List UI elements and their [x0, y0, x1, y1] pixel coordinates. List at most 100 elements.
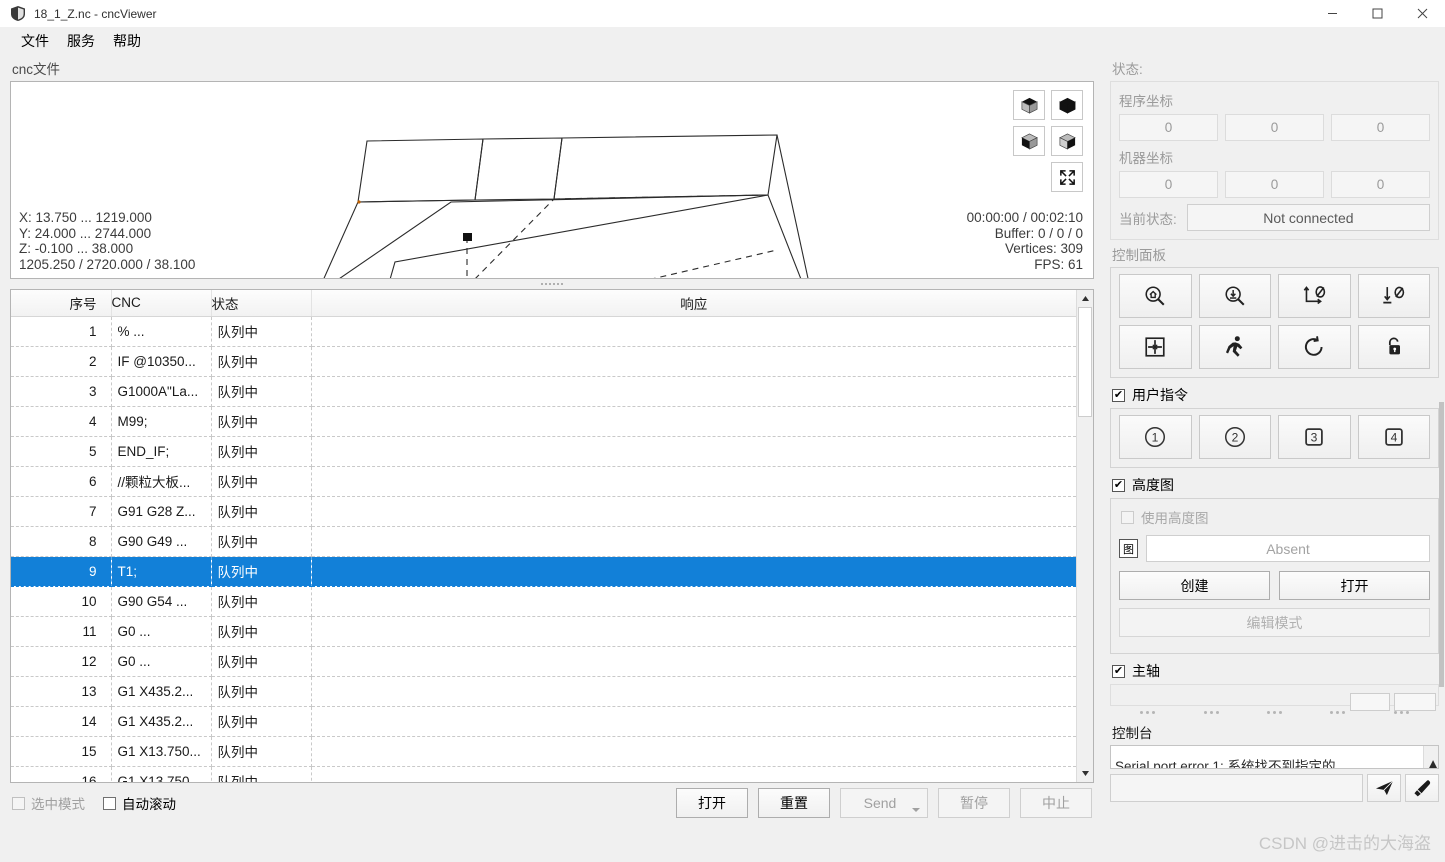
- close-button[interactable]: [1400, 0, 1445, 28]
- column-header-index[interactable]: 序号: [11, 290, 112, 317]
- cnc-command-table[interactable]: 序号 CNC 状态 响应 1 % ... 队列中 2 IF @10350... …: [10, 289, 1094, 783]
- table-row[interactable]: 5 END_IF; 队列中: [11, 436, 1076, 467]
- spindle-field-b[interactable]: [1394, 693, 1436, 711]
- column-header-cnc[interactable]: CNC: [111, 290, 212, 317]
- user-command-2-label: 2: [1231, 431, 1238, 445]
- menu-file[interactable]: 文件: [12, 28, 58, 54]
- send-button[interactable]: Send: [840, 788, 928, 818]
- auto-scroll-label: 自动滚动: [122, 797, 176, 812]
- scrollbar-track[interactable]: [1077, 307, 1093, 765]
- viewport-splitter[interactable]: [10, 279, 1094, 289]
- cell-cnc: % ...: [111, 316, 212, 347]
- use-height-map-checkbox[interactable]: 使用高度图: [1121, 507, 1430, 527]
- table-row[interactable]: 11 G0 ... 队列中: [11, 616, 1076, 647]
- probe-down-search-icon[interactable]: [1198, 274, 1271, 318]
- cell-state: 队列中: [211, 376, 312, 407]
- reset-button[interactable]: 重置: [758, 788, 830, 818]
- checkbox-box-checked: ✔: [1112, 478, 1125, 492]
- cell-index: 11: [11, 616, 112, 647]
- create-height-map-button[interactable]: 创建: [1119, 571, 1270, 600]
- spindle-field-a[interactable]: [1350, 693, 1390, 711]
- main-area: cnc文件 X: 13.750 ... 1219.000 Y: 24.000 .…: [0, 54, 1445, 862]
- user-command-4-label: 4: [1390, 431, 1397, 445]
- cell-response: [311, 316, 1076, 347]
- table-row[interactable]: 13 G1 X435.2... 队列中: [11, 676, 1076, 707]
- pause-button[interactable]: 暂停: [938, 788, 1010, 818]
- table-row[interactable]: 14 G1 X435.2... 队列中: [11, 706, 1076, 737]
- console-scrollbar[interactable]: ▲ ▼: [1423, 746, 1438, 768]
- table-row[interactable]: 1 % ... 队列中: [11, 316, 1076, 347]
- console-scroll-up-icon[interactable]: ▲: [1422, 756, 1438, 768]
- table-row-selected[interactable]: 9 T1; 队列中: [11, 556, 1076, 587]
- select-mode-checkbox[interactable]: 选中模式: [12, 793, 85, 813]
- unlock-icon[interactable]: [1357, 325, 1430, 369]
- user-command-2-button[interactable]: 2: [1198, 415, 1271, 459]
- fit-to-screen-icon[interactable]: [1051, 162, 1083, 192]
- run-jog-icon[interactable]: [1198, 325, 1271, 369]
- table-row[interactable]: 4 M99; 队列中: [11, 406, 1076, 437]
- cell-cnc: G1 X435.2...: [111, 706, 212, 737]
- clear-brush-icon[interactable]: [1405, 774, 1439, 802]
- cell-state: 队列中: [211, 676, 312, 707]
- cube-view-left-icon[interactable]: [1051, 126, 1083, 156]
- user-command-grid: 1 2 3 4: [1119, 415, 1430, 459]
- abort-button[interactable]: 中止: [1020, 788, 1092, 818]
- cell-cnc: G90 G54 ...: [111, 586, 212, 617]
- cube-view-front-icon[interactable]: [1013, 126, 1045, 156]
- spindle-panel: [1110, 684, 1439, 711]
- open-button[interactable]: 打开: [676, 788, 748, 818]
- send-button-label: Send: [863, 795, 897, 811]
- user-commands-checkbox[interactable]: ✔ 用户指令: [1112, 385, 1439, 405]
- reset-rotate-icon[interactable]: [1278, 325, 1351, 369]
- cube-view-iso-icon[interactable]: [1051, 90, 1083, 120]
- sidebar-scrollbar[interactable]: [1438, 54, 1445, 694]
- height-map-value[interactable]: Absent: [1146, 535, 1430, 562]
- auto-scroll-checkbox[interactable]: 自动滚动: [103, 793, 176, 813]
- cell-response: [311, 676, 1076, 707]
- splitter-dots: [1330, 710, 1346, 714]
- edit-mode-button[interactable]: 编辑模式: [1119, 608, 1430, 637]
- cell-index: 12: [11, 646, 112, 677]
- scroll-up-arrow-icon[interactable]: [1077, 290, 1093, 307]
- user-command-1-button[interactable]: 1: [1119, 415, 1192, 459]
- zero-xy-axis-icon[interactable]: [1278, 274, 1351, 318]
- user-command-3-button[interactable]: 3: [1278, 415, 1351, 459]
- console-output[interactable]: Serial port error 1: 系统找不到指定的 ▲ ▼: [1110, 745, 1439, 769]
- height-map-checkbox[interactable]: ✔ 高度图: [1112, 475, 1439, 495]
- minimize-button[interactable]: [1310, 0, 1355, 28]
- center-target-icon[interactable]: [1119, 325, 1192, 369]
- user-command-4-button[interactable]: 4: [1357, 415, 1430, 459]
- table-row[interactable]: 6 //颗粒大板... 队列中: [11, 466, 1076, 497]
- table-row[interactable]: 7 G91 G28 Z... 队列中: [11, 496, 1076, 527]
- cell-cnc: //颗粒大板...: [111, 466, 212, 497]
- sidebar-scrollbar-thumb: [1439, 402, 1444, 687]
- zero-z-axis-icon[interactable]: [1357, 274, 1430, 318]
- column-header-response[interactable]: 响应: [311, 290, 1076, 317]
- console-command-input[interactable]: [1110, 774, 1363, 802]
- scrollbar-thumb[interactable]: [1078, 307, 1092, 417]
- cell-cnc: G1 X13.750...: [111, 736, 212, 767]
- scroll-down-arrow-icon[interactable]: [1077, 765, 1093, 782]
- table-row[interactable]: 10 G90 G54 ... 队列中: [11, 586, 1076, 617]
- table-row[interactable]: 12 G0 ... 队列中: [11, 646, 1076, 677]
- cube-view-top-icon[interactable]: [1013, 90, 1045, 120]
- menu-help[interactable]: 帮助: [104, 28, 150, 54]
- cell-state: 队列中: [211, 406, 312, 437]
- table-row[interactable]: 8 G90 G49 ... 队列中: [11, 526, 1076, 557]
- home-search-icon[interactable]: [1119, 274, 1192, 318]
- column-header-state[interactable]: 状态: [211, 290, 312, 317]
- cell-response: [311, 496, 1076, 527]
- open-height-map-button[interactable]: 打开: [1279, 571, 1430, 600]
- table-row[interactable]: 15 G1 X13.750... 队列中: [11, 736, 1076, 767]
- current-state-value: Not connected: [1186, 204, 1430, 231]
- menu-service[interactable]: 服务: [58, 28, 104, 54]
- table-vertical-scrollbar[interactable]: [1076, 290, 1093, 782]
- table-row[interactable]: 3 G1000A"La... 队列中: [11, 376, 1076, 407]
- table-row[interactable]: 16 G1 X13.750... 队列中: [11, 766, 1076, 782]
- spindle-checkbox[interactable]: ✔ 主轴: [1112, 661, 1439, 681]
- table-row[interactable]: 2 IF @10350... 队列中: [11, 346, 1076, 377]
- send-paper-plane-icon[interactable]: [1367, 774, 1401, 802]
- maximize-button[interactable]: [1355, 0, 1400, 28]
- checkbox-box: [1121, 510, 1134, 524]
- toolpath-viewport[interactable]: X: 13.750 ... 1219.000 Y: 24.000 ... 274…: [10, 81, 1094, 279]
